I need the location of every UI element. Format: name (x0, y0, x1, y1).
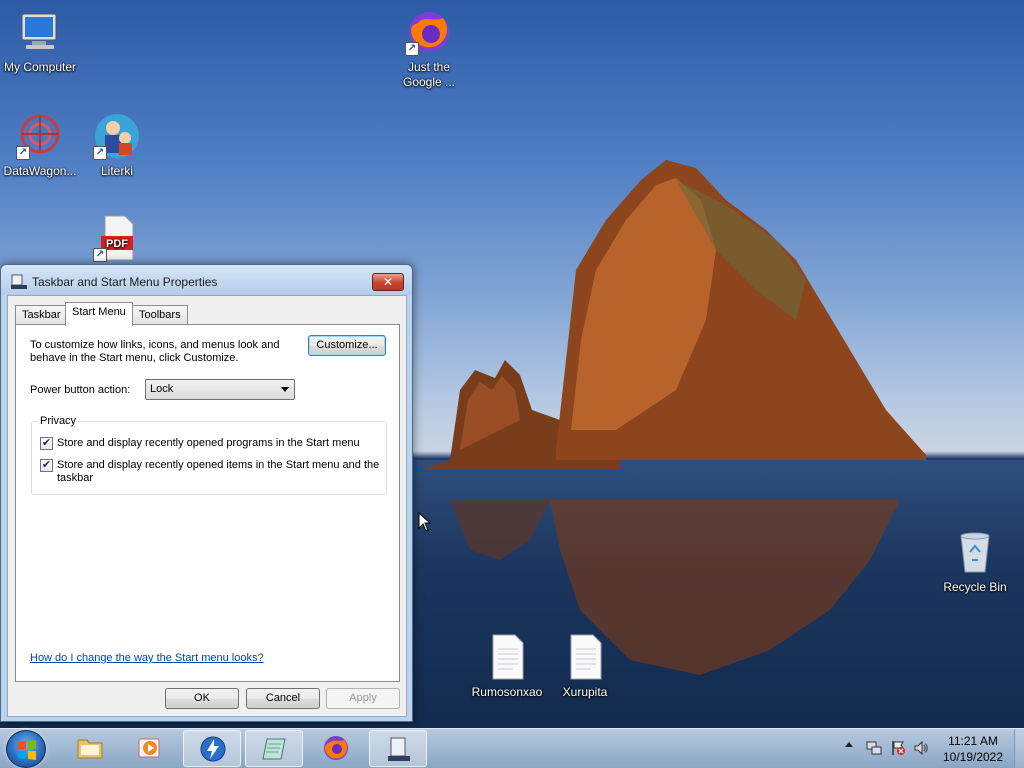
privacy-group-title: Privacy (38, 415, 79, 427)
recent-items-checkbox[interactable]: ✔ (40, 459, 53, 472)
shortcut-arrow-icon: ↗ (93, 248, 107, 262)
privacy-groupbox: Privacy ✔ Store and display recently ope… (31, 415, 387, 495)
apply-button[interactable]: Apply (326, 688, 400, 709)
firefox-shortcut-label: Just the Google ... (402, 60, 456, 89)
shortcut-arrow-icon: ↗ (16, 146, 30, 160)
dialog-title: Taskbar and Start Menu Properties (32, 275, 218, 289)
show-hidden-icons-icon[interactable] (845, 742, 853, 747)
literki-shortcut-icon[interactable]: ↗ Literki (77, 112, 157, 179)
lightning-bolt-icon (200, 736, 226, 762)
tab-taskbar[interactable]: Taskbar (15, 305, 68, 325)
power-button-action-value: Lock (150, 383, 174, 395)
recent-programs-checkbox[interactable]: ✔ (40, 437, 53, 450)
text-file-icon (561, 633, 609, 681)
my-computer-icon[interactable]: My Computer (0, 8, 80, 75)
recent-programs-checkbox-row[interactable]: ✔ Store and display recently opened prog… (40, 437, 382, 450)
taskbar-properties-icon (388, 737, 410, 761)
speaker-volume-icon[interactable] (913, 740, 929, 756)
recent-programs-label: Store and display recently opened progra… (57, 437, 360, 449)
customize-button[interactable]: Customize... (308, 335, 386, 356)
shortcut-arrow-icon: ↗ (93, 146, 107, 160)
recycle-bin-icon[interactable]: Recycle Bin (935, 528, 1015, 595)
action-center-flag-icon[interactable] (890, 740, 906, 756)
taskbar: 11:21 AM 10/19/2022 (0, 728, 1024, 768)
taskbar-properties-button[interactable] (369, 730, 427, 767)
chevron-down-icon (281, 387, 289, 392)
recent-items-checkbox-row[interactable]: ✔ Store and display recently opened item… (40, 459, 382, 485)
computer-monitor-icon (16, 8, 64, 56)
taskbar-properties-dialog: Taskbar and Start Menu Properties ✕ Task… (0, 264, 413, 722)
start-menu-tab-panel: To customize how links, icons, and menus… (15, 324, 400, 682)
dialog-titlebar[interactable]: Taskbar and Start Menu Properties ✕ (1, 265, 412, 295)
recycle-bin-label: Recycle Bin (943, 580, 1007, 594)
taskbar-properties-icon (11, 274, 27, 289)
pdf-shortcut-icon[interactable]: PDF ↗ (77, 214, 157, 266)
mouse-cursor-icon (418, 512, 432, 532)
text-file-icon (483, 633, 531, 681)
media-player-icon (138, 738, 160, 758)
folder-icon (77, 739, 103, 759)
recent-items-label: Store and display recently opened items … (57, 459, 380, 484)
notepad-icon (262, 738, 286, 760)
tab-toolbars[interactable]: Toolbars (132, 305, 188, 325)
taskbar-notepad-button[interactable] (245, 730, 303, 767)
firefox-shortcut-icon[interactable]: ↗ Just the Google ... (389, 8, 469, 90)
datawagon-shortcut-label: DataWagon... (3, 164, 77, 178)
dialog-client-area: Taskbar Start Menu Toolbars To customize… (7, 295, 407, 717)
start-button[interactable] (6, 730, 46, 768)
taskbar-firefox-button[interactable] (307, 730, 365, 767)
file-rumosonxao-icon[interactable]: Rumosonxao (467, 633, 547, 700)
pdf-file-icon: PDF ↗ (93, 214, 141, 262)
show-desktop-button[interactable] (1014, 729, 1024, 768)
haystack-rock (556, 160, 926, 460)
clock-time: 11:21 AM (948, 734, 998, 748)
literki-icon: ↗ (93, 112, 141, 160)
power-button-action-select[interactable]: Lock (145, 379, 295, 400)
firefox-icon: ↗ (405, 8, 453, 56)
cancel-button[interactable]: Cancel (246, 688, 320, 709)
system-clock[interactable]: 11:21 AM 10/19/2022 (934, 733, 1012, 765)
svg-text:PDF: PDF (106, 238, 128, 250)
file-xurupita-label: Xurupita (562, 685, 608, 699)
my-computer-label: My Computer (3, 60, 77, 74)
trash-bin-icon (951, 528, 999, 576)
datawagon-icon: ↗ (16, 112, 64, 160)
windows-logo-icon (18, 740, 36, 760)
customize-description: To customize how links, icons, and menus… (30, 339, 280, 364)
start-menu-help-link[interactable]: How do I change the way the Start menu l… (30, 652, 264, 664)
shortcut-arrow-icon: ↗ (405, 42, 419, 56)
clock-date: 10/19/2022 (942, 750, 1004, 764)
power-button-action-label: Power button action: (30, 384, 131, 396)
firefox-icon (324, 736, 348, 760)
literki-shortcut-label: Literki (100, 164, 133, 178)
taskbar-thunder-app-button[interactable] (183, 730, 241, 767)
file-rumosonxao-label: Rumosonxao (471, 685, 543, 699)
network-icon[interactable] (866, 740, 882, 756)
tab-start-menu[interactable]: Start Menu (65, 302, 133, 326)
taskbar-explorer-button[interactable] (61, 730, 119, 767)
close-button[interactable]: ✕ (372, 273, 404, 291)
datawagon-shortcut-icon[interactable]: ↗ DataWagon... (0, 112, 80, 179)
file-xurupita-icon[interactable]: Xurupita (545, 633, 625, 700)
taskbar-media-player-button[interactable] (121, 730, 179, 767)
ok-button[interactable]: OK (165, 688, 239, 709)
